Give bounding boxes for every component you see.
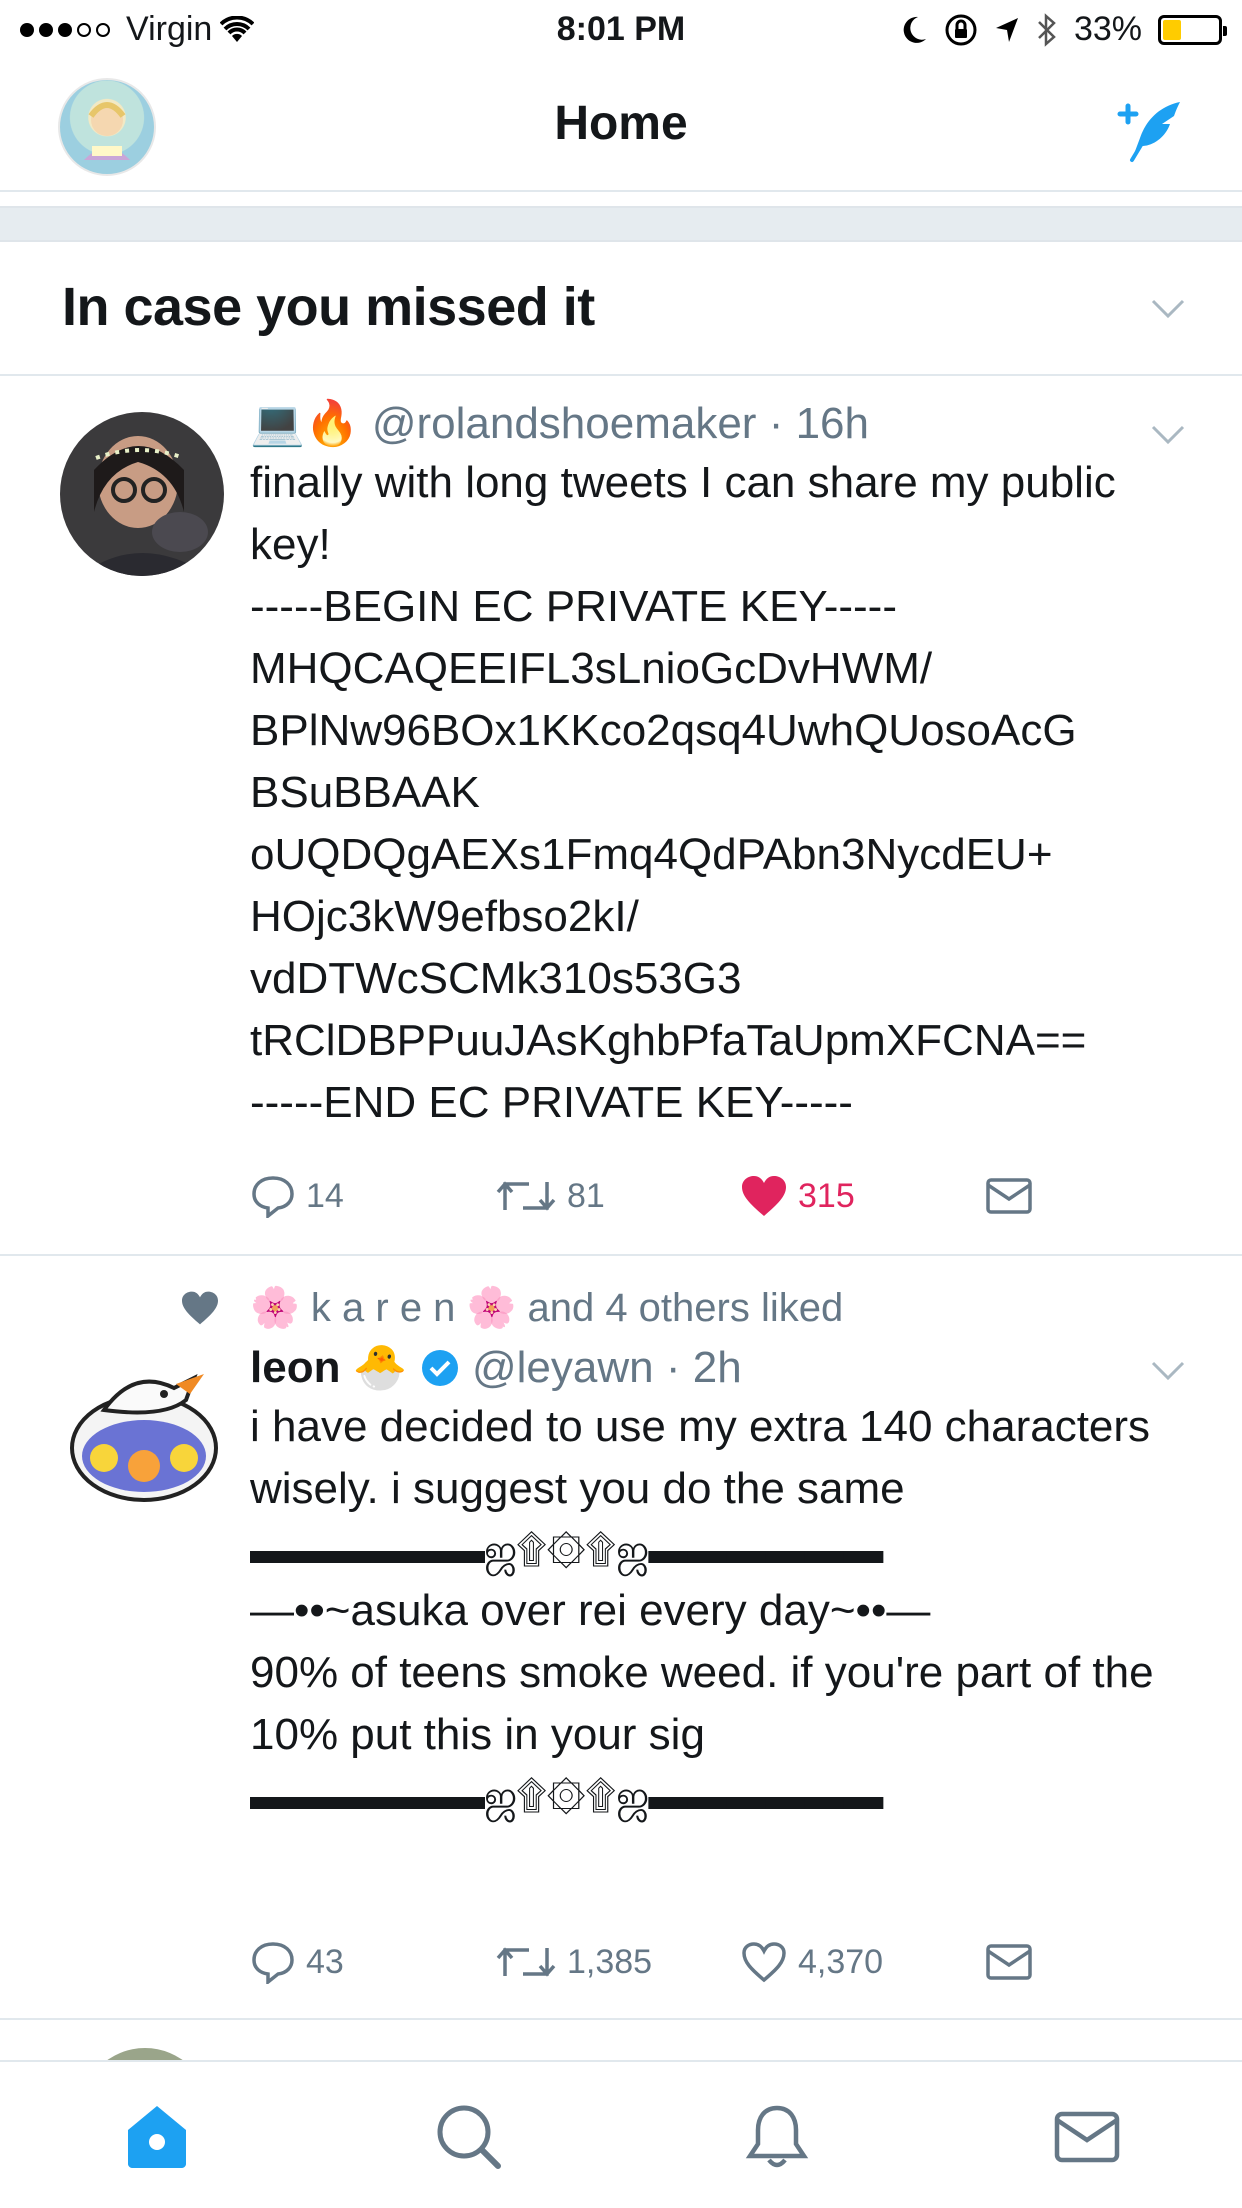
tweet-actions: 43 1,385 4,370 [250,1940,1230,1984]
chevron-down-icon[interactable] [1150,1360,1186,1382]
rotation-lock-icon [945,14,977,45]
tweet-actions: 14 81 315 [250,1174,1230,1218]
user-handle[interactable]: @leyawn [472,1343,654,1392]
chevron-down-icon[interactable] [1150,424,1186,446]
tweet-text: i have decided to use my extra 140 chara… [250,1402,1151,1513]
nav-bar: Home [0,60,1242,192]
home-icon[interactable] [122,2102,192,2172]
name-emoji: 🐣 [352,1343,408,1392]
battery-icon [1158,14,1227,45]
text-divider: ▬▬▬▬▬▬ஜ۩۞۩ஜ▬▬▬▬▬▬ [250,1774,883,1818]
search-icon[interactable] [434,2102,504,2172]
page-title: Home [554,97,688,150]
reply-button[interactable]: 14 [250,1174,495,1218]
retweet-button[interactable]: 81 [495,1174,740,1218]
verified-badge-icon [421,1350,458,1386]
social-context-text[interactable]: 🌸 k a r e n 🌸 and 4 others liked [250,1284,843,1331]
user-name[interactable]: leon [250,1343,340,1392]
section-title: In case you missed it [62,277,595,337]
tab-bar [0,2060,1242,2208]
dm-button[interactable] [985,1940,1230,1984]
status-bar: Virgin 8:01 PM 33% [0,0,1242,60]
tweet-card[interactable]: 💻🔥 @rolandshoemaker · 16h finally with l… [0,376,1242,1256]
bluetooth-icon [1038,12,1056,47]
tweet-time: 16h [795,399,869,448]
text-divider: ▬▬▬▬▬▬ஜ۩۞۩ஜ▬▬▬▬▬▬ [250,1528,883,1572]
retweet-icon [496,1947,556,1977]
tweet-header: leon 🐣 @leyawn · 2h [250,1343,742,1392]
next-tweet-peek [0,2022,1242,2060]
tweet-card[interactable]: 🌸 k a r e n 🌸 and 4 others liked leon 🐣 … [0,1256,1242,2020]
reply-icon [252,1942,294,1984]
heart-small-icon [182,1291,218,1324]
envelope-icon [986,1944,1032,1980]
compose-tweet-icon[interactable] [1110,92,1186,168]
tweet-time: 2h [692,1343,742,1392]
retweet-button[interactable]: 1,385 [495,1940,740,1984]
heart-filled-icon [742,1176,786,1216]
timeline-gap [0,206,1242,242]
social-context: 🌸 k a r e n 🌸 and 4 others liked [180,1284,843,1331]
icymi-header: In case you missed it [0,242,1242,376]
like-button[interactable]: 4,370 [740,1940,985,1984]
user-handle[interactable]: @rolandshoemaker [372,399,757,448]
chevron-down-icon[interactable] [1150,298,1186,320]
tweet-text-continued: —••~asuka over rei every day~••— 90% of … [250,1586,1154,1759]
avatar[interactable] [60,412,224,576]
user-emoji: 💻🔥 [250,399,360,448]
like-count: 4,370 [798,1942,884,1981]
dm-button[interactable] [985,1174,1230,1218]
moon-icon [903,16,926,43]
reply-button[interactable]: 43 [250,1940,495,1984]
retweet-count: 1,385 [567,1942,653,1981]
reply-icon [252,1176,294,1218]
reply-count: 14 [306,1176,344,1215]
retweet-count: 81 [567,1176,605,1215]
heart-outline-icon [742,1942,786,1983]
retweet-icon [496,1181,556,1211]
like-count: 315 [798,1176,855,1215]
location-arrow-icon [995,17,1018,42]
battery-percent: 33% [1073,10,1142,48]
avatar[interactable] [64,1348,224,1508]
like-button[interactable]: 315 [740,1174,985,1218]
reply-count: 43 [306,1942,344,1981]
tweet-header: 💻🔥 @rolandshoemaker · 16h [250,399,869,448]
notifications-bell-icon[interactable] [742,2102,812,2172]
messages-envelope-icon[interactable] [1052,2102,1122,2172]
tweet-text: finally with long tweets I can share my … [250,458,1116,1127]
envelope-icon [986,1178,1032,1214]
